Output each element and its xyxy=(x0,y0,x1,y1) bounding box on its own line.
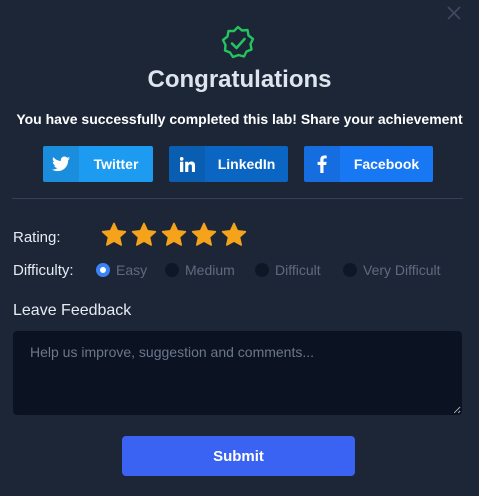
share-linkedin-label: LinkedIn xyxy=(217,156,276,172)
difficulty-option-medium[interactable]: Medium xyxy=(165,262,235,278)
success-message: You have successfully completed this lab… xyxy=(16,111,463,127)
rating-label: Rating: xyxy=(13,229,61,246)
dialog-title: Congratulations xyxy=(147,66,332,93)
share-twitter-button[interactable]: Twitter xyxy=(43,146,153,182)
facebook-icon xyxy=(304,146,340,182)
radio-button[interactable] xyxy=(96,263,110,277)
radio-button[interactable] xyxy=(343,263,357,277)
radio-button[interactable] xyxy=(165,263,179,277)
difficulty-label: Difficulty: xyxy=(13,262,74,279)
feedback-textarea[interactable] xyxy=(13,331,462,415)
difficulty-option-very-difficult[interactable]: Very Difficult xyxy=(343,262,441,278)
difficulty-option-easy[interactable]: Easy xyxy=(96,262,147,278)
twitter-icon xyxy=(43,146,79,182)
close-icon[interactable] xyxy=(445,4,463,22)
submit-button[interactable]: Submit xyxy=(122,436,355,476)
difficulty-option-label: Very Difficult xyxy=(363,262,441,278)
star-icon[interactable] xyxy=(160,221,188,249)
star-rating[interactable] xyxy=(100,221,248,249)
share-facebook-button[interactable]: Facebook xyxy=(304,146,433,182)
difficulty-option-label: Medium xyxy=(185,262,235,278)
star-icon[interactable] xyxy=(220,221,248,249)
linkedin-icon xyxy=(169,146,205,182)
star-icon[interactable] xyxy=(130,221,158,249)
difficulty-option-label: Difficult xyxy=(275,262,321,278)
difficulty-option-difficult[interactable]: Difficult xyxy=(255,262,321,278)
share-twitter-label: Twitter xyxy=(93,156,139,172)
divider xyxy=(12,198,463,199)
share-facebook-label: Facebook xyxy=(353,156,420,172)
star-icon[interactable] xyxy=(100,221,128,249)
feedback-label: Leave Feedback xyxy=(13,302,132,319)
radio-button[interactable] xyxy=(255,263,269,277)
star-icon[interactable] xyxy=(190,221,218,249)
difficulty-option-label: Easy xyxy=(116,262,148,278)
success-check-icon xyxy=(221,25,255,59)
share-linkedin-button[interactable]: LinkedIn xyxy=(169,146,288,182)
